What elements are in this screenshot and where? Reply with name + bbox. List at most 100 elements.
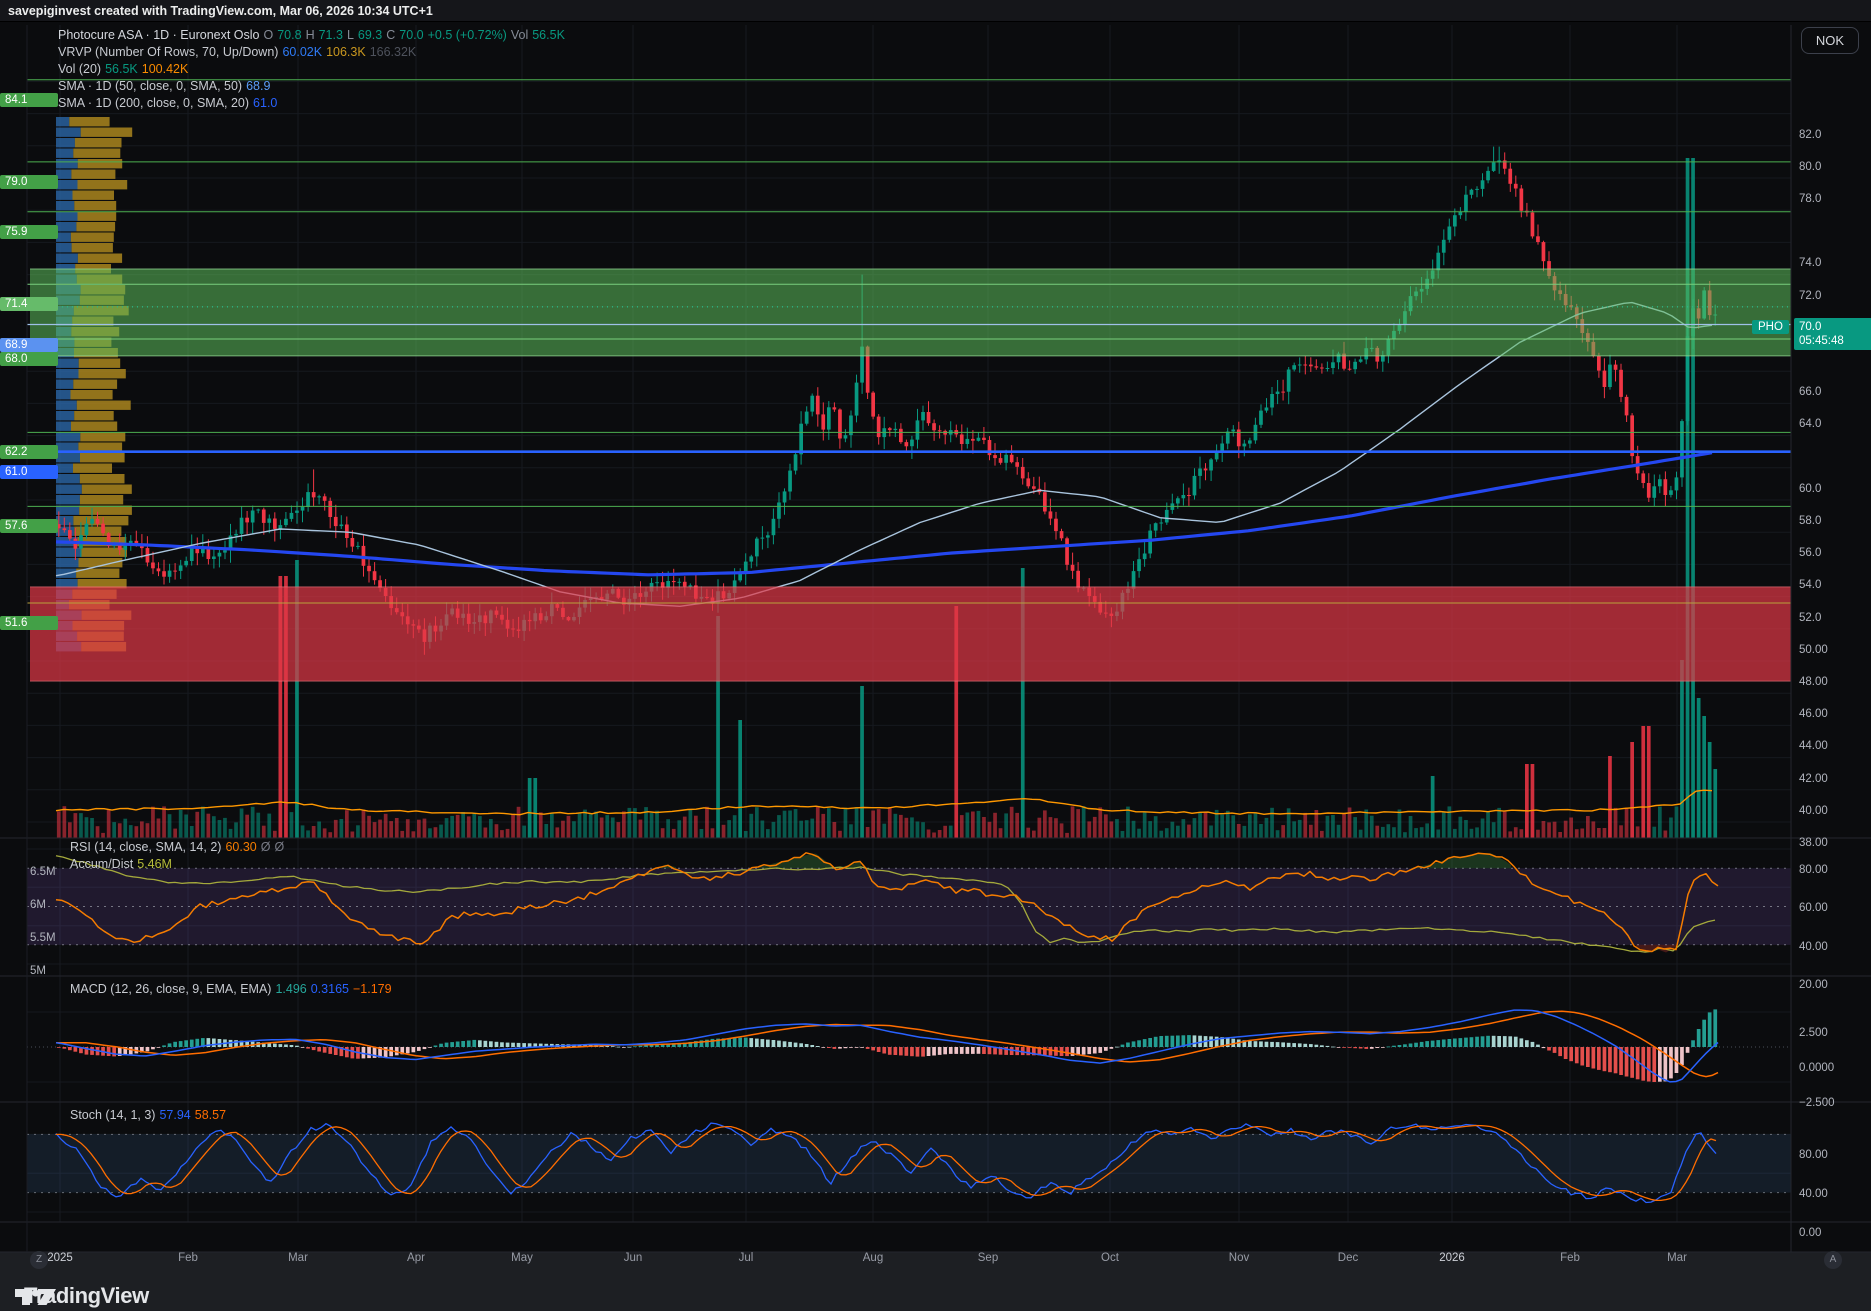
legend-text: 71.3 — [319, 28, 343, 42]
legend-text: 56.5K — [105, 62, 138, 76]
macd-tick-label: 0.0000 — [1799, 1062, 1834, 1074]
macd-tick-label: −2.500 — [1799, 1097, 1835, 1109]
price-tick-label: 52.0 — [1799, 612, 1821, 624]
legend-text: MACD (12, 26, close, 9, EMA, EMA) — [70, 982, 271, 996]
legend-text: H — [306, 28, 315, 42]
legend-text: 70.0 — [399, 28, 423, 42]
legend-text: C — [386, 28, 395, 42]
price-tick-label: 74.0 — [1799, 257, 1821, 269]
time-tick-label: Aug — [863, 1252, 883, 1264]
rsi-tick-label: 20.00 — [1799, 979, 1828, 991]
time-tick-label: Nov — [1229, 1252, 1249, 1264]
legend-text: 100.42K — [142, 62, 189, 76]
time-tick-label: 2026 — [1439, 1252, 1465, 1264]
chart-canvas[interactable] — [0, 0, 1871, 1311]
price-tick-label: 82.0 — [1799, 129, 1821, 141]
price-level-badge: 62.2 — [0, 445, 58, 459]
legend-text: Vol (20) — [58, 62, 101, 76]
time-tick-label: Feb — [178, 1252, 198, 1264]
price-tick-label: 58.0 — [1799, 515, 1821, 527]
rsi-legend[interactable]: RSI (14, close, SMA, 14, 2)60.30ØØ — [70, 840, 288, 854]
price-tick-label: 50.00 — [1799, 644, 1828, 656]
price-tick-label: 72.0 — [1799, 290, 1821, 302]
legend-text: 0.3165 — [311, 982, 349, 996]
price-tick-label: 80.0 — [1799, 161, 1821, 173]
price-tick-label: 66.0 — [1799, 386, 1821, 398]
sma200-legend[interactable]: SMA · 1D (200, close, 0, SMA, 20) 61.0 — [58, 96, 281, 110]
legend-text: 61.0 — [253, 96, 277, 110]
timezone-button[interactable]: Z — [30, 1251, 48, 1269]
legend-text: L — [347, 28, 354, 42]
macd-legend[interactable]: MACD (12, 26, close, 9, EMA, EMA)1.4960.… — [70, 982, 396, 996]
bar-countdown: 05:45:48 — [1799, 334, 1871, 348]
legend-text: SMA · 1D (50, close, 0, SMA, 50) — [58, 79, 242, 93]
symbol-legend[interactable]: Photocure ASA · 1D · Euronext Oslo O70.8 H… — [58, 28, 569, 42]
time-tick-label: Dec — [1338, 1252, 1358, 1264]
accum-dist-tick-label: 6.5M — [30, 866, 56, 878]
time-tick-label: Mar — [288, 1252, 308, 1264]
legend-text: Photocure ASA · 1D · Euronext Oslo — [58, 28, 260, 42]
price-tick-label: 54.0 — [1799, 579, 1821, 591]
symbol-price-tag: PHO — [1752, 320, 1789, 334]
legend-text: Vol — [511, 28, 528, 42]
price-level-badge: 51.6 — [0, 616, 58, 630]
rsi-tick-label: 40.00 — [1799, 941, 1828, 953]
price-level-badge: 68.0 — [0, 352, 58, 366]
legend-text: 58.57 — [195, 1108, 226, 1122]
time-tick-label: Apr — [407, 1252, 425, 1264]
legend-text: 69.3 — [358, 28, 382, 42]
price-tick-label: 40.00 — [1799, 805, 1828, 817]
accum-dist-tick-label: 6M — [30, 899, 46, 911]
price-level-badge: 68.9 — [0, 338, 58, 352]
legend-text: 60.02K — [282, 45, 322, 59]
legend-text: SMA · 1D (200, close, 0, SMA, 20) — [58, 96, 249, 110]
rsi-tick-label: 80.00 — [1799, 864, 1828, 876]
legend-text: Accum/Dist — [70, 857, 133, 871]
legend-text: Ø — [261, 840, 271, 854]
price-level-badge: 79.0 — [0, 175, 58, 189]
tradingview-window: savepiginvest created with TradingView.c… — [0, 0, 1871, 1311]
rsi-tick-label: 60.00 — [1799, 902, 1828, 914]
vrvp-legend[interactable]: VRVP (Number Of Rows, 70, Up/Down)60.02K… — [58, 45, 420, 59]
volume-legend[interactable]: Vol (20) 56.5K 100.42K — [58, 62, 192, 76]
stoch-tick-label: 0.00 — [1799, 1227, 1821, 1239]
legend-text: 5.46M — [137, 857, 172, 871]
price-level-badge: 75.9 — [0, 225, 58, 239]
stoch-tick-label: 80.00 — [1799, 1149, 1828, 1161]
stoch-legend[interactable]: Stoch (14, 1, 3) 57.94 58.57 — [70, 1108, 230, 1122]
price-tick-label: 60.0 — [1799, 483, 1821, 495]
time-tick-label: Mar — [1667, 1252, 1687, 1264]
auto-scale-button[interactable]: A — [1824, 1251, 1842, 1269]
time-tick-label: May — [511, 1252, 533, 1264]
sma50-legend[interactable]: SMA · 1D (50, close, 0, SMA, 50) 68.9 — [58, 79, 274, 93]
legend-text: 166.32K — [370, 45, 417, 59]
last-price-badge: 70.0 05:45:48 — [1794, 318, 1871, 350]
legend-text: 68.9 — [246, 79, 270, 93]
stoch-tick-label: 40.00 — [1799, 1188, 1828, 1200]
legend-text: 70.8 — [277, 28, 301, 42]
time-tick-label: Jul — [739, 1252, 754, 1264]
legend-text: Stoch (14, 1, 3) — [70, 1108, 155, 1122]
time-tick-label: Sep — [978, 1252, 998, 1264]
tradingview-logo-icon — [14, 1283, 58, 1311]
currency-button[interactable]: NOK — [1801, 27, 1859, 54]
time-tick-label: 2025 — [47, 1252, 73, 1264]
price-tick-label: 56.0 — [1799, 547, 1821, 559]
price-tick-label: 64.0 — [1799, 418, 1821, 430]
macd-tick-label: 2.500 — [1799, 1027, 1828, 1039]
price-level-badge: 71.4 — [0, 297, 58, 311]
legend-text: O — [264, 28, 274, 42]
accum-dist-legend[interactable]: Accum/Dist 5.46M — [70, 857, 176, 871]
tradingview-logo[interactable]: TradingView — [14, 1283, 149, 1309]
last-price-value: 70.0 — [1799, 320, 1871, 334]
legend-text: 106.3K — [326, 45, 366, 59]
time-tick-label: Feb — [1560, 1252, 1580, 1264]
price-tick-label: 48.00 — [1799, 676, 1828, 688]
legend-text: 56.5K — [532, 28, 565, 42]
price-level-badge: 84.1 — [0, 93, 58, 107]
legend-text: 57.94 — [159, 1108, 190, 1122]
price-tick-label: 38.00 — [1799, 837, 1828, 849]
price-tick-label: 78.0 — [1799, 193, 1821, 205]
legend-text: −1.179 — [353, 982, 392, 996]
legend-text: +0.5 (+0.72%) — [428, 28, 507, 42]
